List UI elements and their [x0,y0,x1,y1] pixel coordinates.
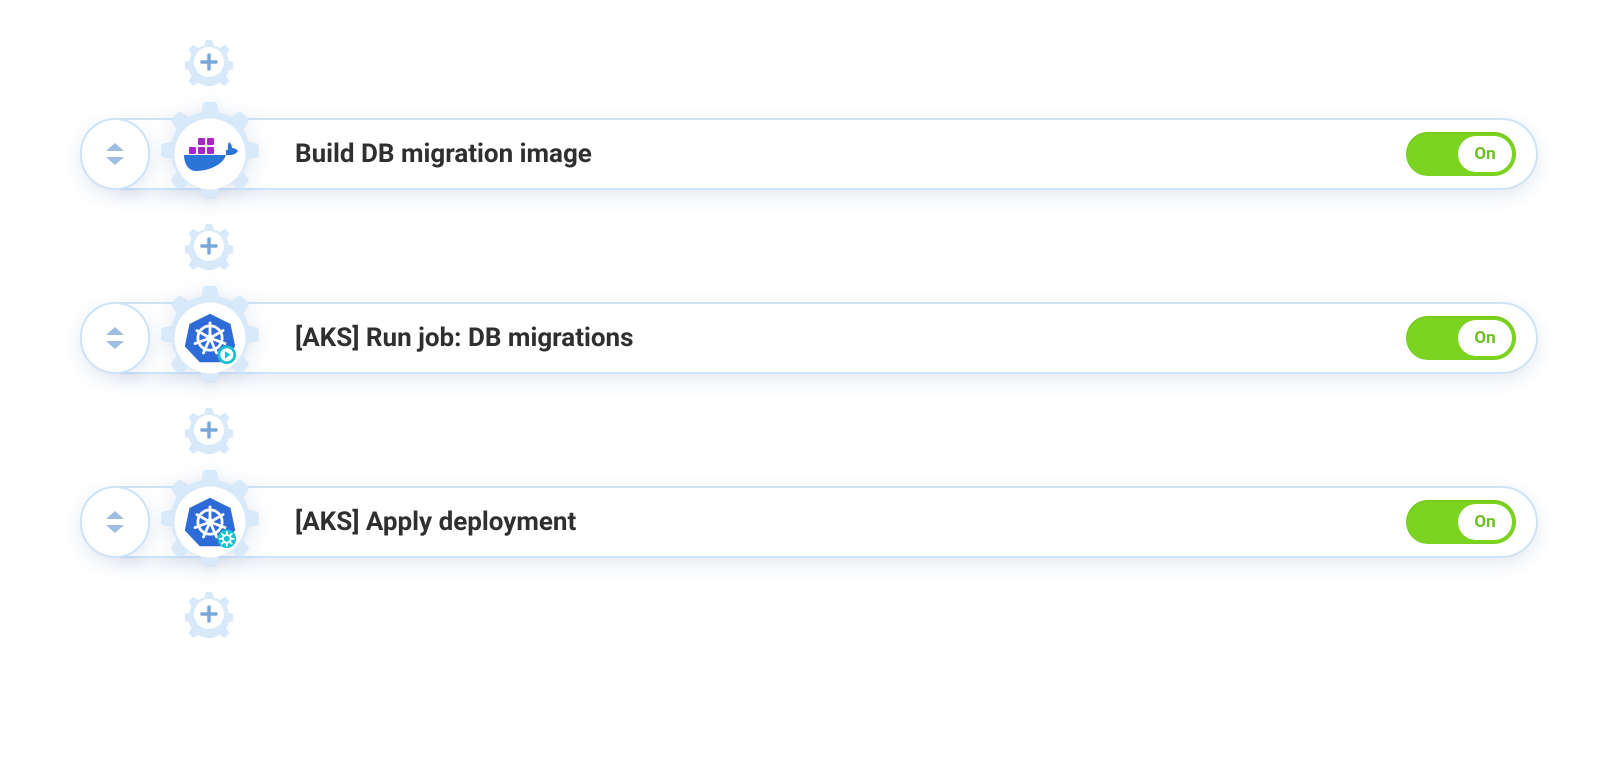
step-icon-holder [154,98,266,210]
pipeline-steps-list: Build DB migration image On [AKS] Run jo… [80,38,1538,638]
pipeline-step: Build DB migration image On [80,94,1538,214]
drag-handle[interactable] [80,486,150,558]
drag-handle[interactable] [80,302,150,374]
step-icon-holder [154,282,266,394]
kubernetes-play-icon [182,310,238,366]
gear-plus-icon [185,590,233,638]
docker-icon [179,123,241,185]
step-bar[interactable]: [AKS] Run job: DB migrations On [120,302,1538,374]
add-step-button[interactable] [185,38,233,86]
add-step-button[interactable] [185,590,233,638]
step-enable-toggle[interactable]: On [1406,132,1516,176]
drag-reorder-icon [102,141,128,167]
add-step-button[interactable] [185,222,233,270]
gear-plus-icon [185,406,233,454]
add-step-button[interactable] [185,406,233,454]
step-title: [AKS] Apply deployment [295,507,1406,537]
step-bar[interactable]: Build DB migration image On [120,118,1538,190]
toggle-knob: On [1458,504,1512,540]
step-enable-toggle[interactable]: On [1406,500,1516,544]
step-title: [AKS] Run job: DB migrations [295,323,1406,353]
pipeline-step: [AKS] Run job: DB migrations On [80,278,1538,398]
toggle-knob: On [1458,136,1512,172]
step-enable-toggle[interactable]: On [1406,316,1516,360]
drag-reorder-icon [102,509,128,535]
step-bar[interactable]: [AKS] Apply deployment On [120,486,1538,558]
toggle-knob: On [1458,320,1512,356]
drag-handle[interactable] [80,118,150,190]
drag-reorder-icon [102,325,128,351]
gear-plus-icon [185,38,233,86]
kubernetes-gear-icon [182,494,238,550]
gear-plus-icon [185,222,233,270]
step-title: Build DB migration image [295,139,1406,169]
step-icon-holder [154,466,266,578]
pipeline-step: [AKS] Apply deployment On [80,462,1538,582]
